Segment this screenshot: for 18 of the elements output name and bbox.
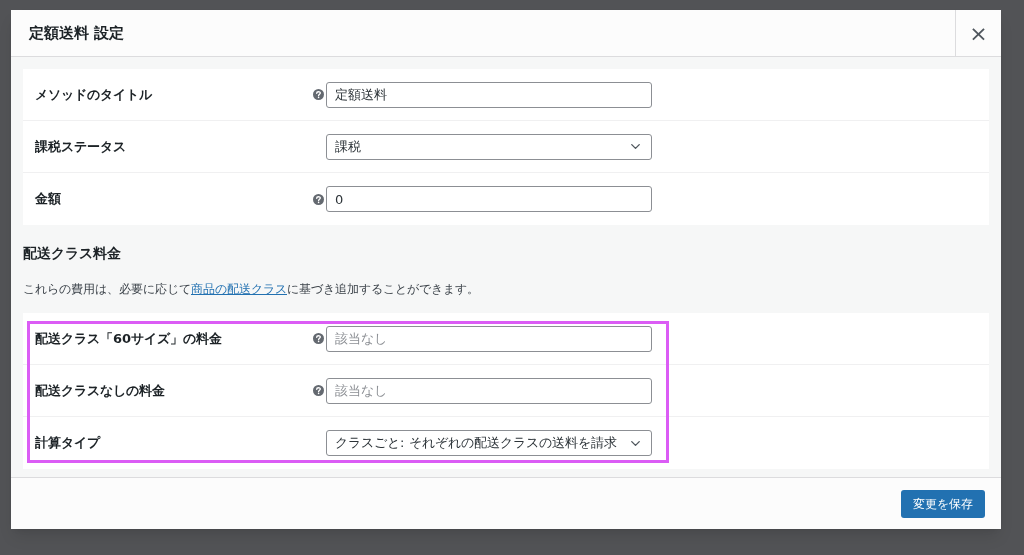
select-field[interactable]: クラスごと: それぞれの配送クラスの送料を請求 — [326, 430, 652, 456]
field-label: 課税ステータス — [35, 137, 127, 156]
text-field[interactable]: 該当なし — [326, 325, 652, 352]
section-heading: 配送クラス料金 — [23, 244, 122, 263]
field-label: メソッドのタイトル — [35, 85, 153, 104]
text-field[interactable]: 0 — [326, 186, 652, 212]
modal-title: 定額送料 設定 — [28, 22, 126, 44]
shipping-class-link[interactable]: 商品の配送クラス — [191, 282, 287, 296]
text-field[interactable]: 定額送料 — [326, 81, 652, 108]
field-label: 配送クラスなしの料金 — [35, 381, 166, 400]
text-field[interactable]: 該当なし — [326, 377, 652, 404]
close-button[interactable]: × — [955, 10, 1001, 56]
field-label: 金額 — [35, 190, 62, 209]
section-description: これらの費用は、必要に応じて商品の配送クラスに基づき追加することができます。 — [23, 281, 480, 298]
select-field[interactable]: 課税 — [326, 133, 652, 160]
field-label: 計算タイプ — [35, 434, 102, 453]
save-button[interactable]: 変更を保存 — [901, 489, 985, 518]
field-label: 配送クラス「60サイズ」の料金 — [35, 329, 224, 348]
